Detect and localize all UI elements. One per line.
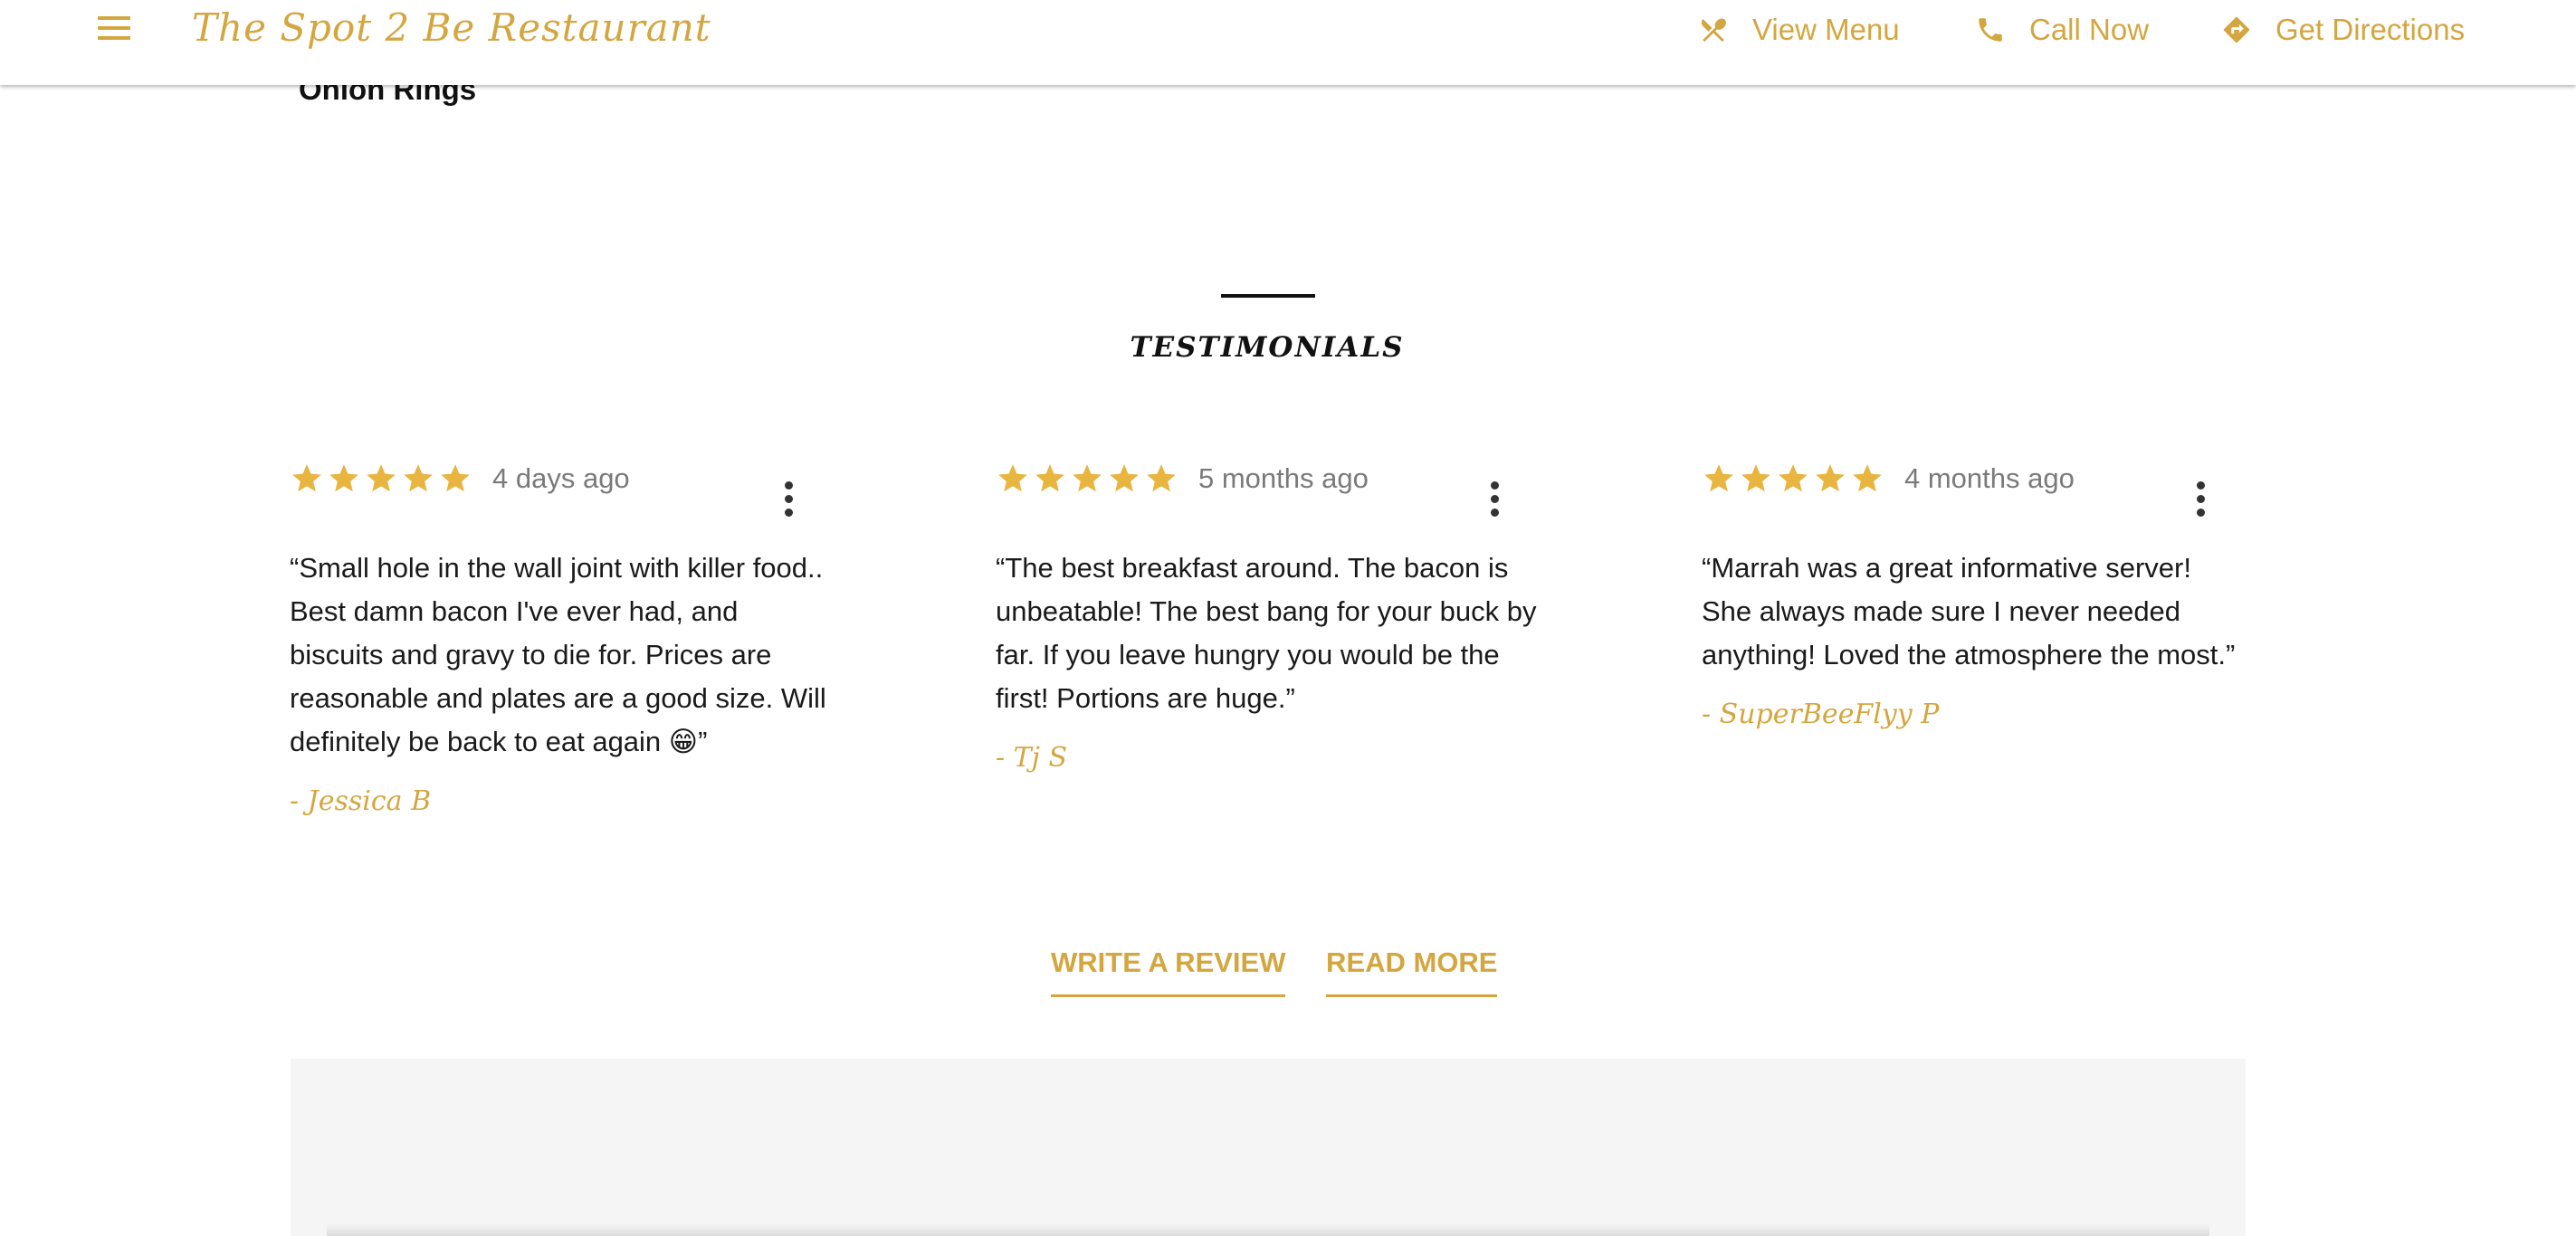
more-vert-icon[interactable] xyxy=(782,481,795,518)
write-review-link[interactable]: WRITE A REVIEW xyxy=(1051,946,1286,997)
star-rating xyxy=(290,461,472,496)
star-icon xyxy=(1816,464,1845,492)
star-rating xyxy=(1702,461,1884,496)
map-panel xyxy=(291,1059,2246,1236)
utensils-icon xyxy=(1701,18,1726,43)
star-icon xyxy=(1704,464,1733,492)
star-icon xyxy=(1147,464,1176,492)
star-icon xyxy=(367,464,396,492)
view-menu-link[interactable]: View Menu xyxy=(1698,11,1900,49)
get-directions-label: Get Directions xyxy=(2275,13,2466,46)
section-title: TESTIMONIALS xyxy=(1130,331,1405,364)
star-icon xyxy=(404,464,433,492)
star-icon xyxy=(1110,464,1139,492)
star-icon xyxy=(329,464,358,492)
more-vert-icon[interactable] xyxy=(2194,481,2207,518)
review-text: “Marrah was a great informative server! … xyxy=(1702,552,2236,670)
star-icon xyxy=(1779,464,1808,492)
star-rating xyxy=(996,461,1178,496)
get-directions-link[interactable]: Get Directions xyxy=(2221,11,2465,49)
star-icon xyxy=(1035,464,1064,492)
review-date: 4 days ago xyxy=(492,462,630,494)
star-icon xyxy=(998,464,1027,492)
call-now-link[interactable]: Call Now xyxy=(1975,11,2149,49)
review-card: 4 months ago “Marrah was a great informa… xyxy=(1702,454,2245,730)
directions-icon xyxy=(2223,16,2250,43)
hamburger-icon[interactable] xyxy=(98,16,130,40)
more-vert-icon[interactable] xyxy=(1488,481,1501,518)
view-menu-label: View Menu xyxy=(1752,13,1900,46)
review-author: - Tj S xyxy=(996,742,1068,774)
phone-icon xyxy=(1979,18,2002,42)
review-card: 4 days ago “Small hole in the wall joint… xyxy=(290,454,833,817)
review-author: - SuperBeeFlyy P xyxy=(1702,699,1940,730)
read-more-link[interactable]: READ MORE xyxy=(1326,946,1498,997)
brand-title[interactable]: The Spot 2 Be Restaurant xyxy=(192,5,711,50)
star-icon xyxy=(292,464,321,492)
review-date: 5 months ago xyxy=(1198,462,1369,494)
top-bar: The Spot 2 Be Restaurant View Menu Call … xyxy=(0,0,2576,85)
call-now-label: Call Now xyxy=(2029,13,2150,46)
review-text: “The best breakfast around. The bacon is… xyxy=(996,552,1537,714)
star-icon xyxy=(1741,464,1770,492)
review-date: 4 months ago xyxy=(1904,462,2075,494)
section-divider xyxy=(1221,294,1315,298)
star-icon xyxy=(1853,464,1882,492)
star-icon xyxy=(441,464,470,492)
review-card: 5 months ago “The best breakfast around.… xyxy=(996,454,1539,774)
review-author: - Jessica B xyxy=(290,785,432,817)
review-text: “Small hole in the wall joint with kille… xyxy=(290,552,826,757)
page: The Spot 2 Be Restaurant View Menu Call … xyxy=(0,0,2576,1236)
star-icon xyxy=(1073,464,1102,492)
